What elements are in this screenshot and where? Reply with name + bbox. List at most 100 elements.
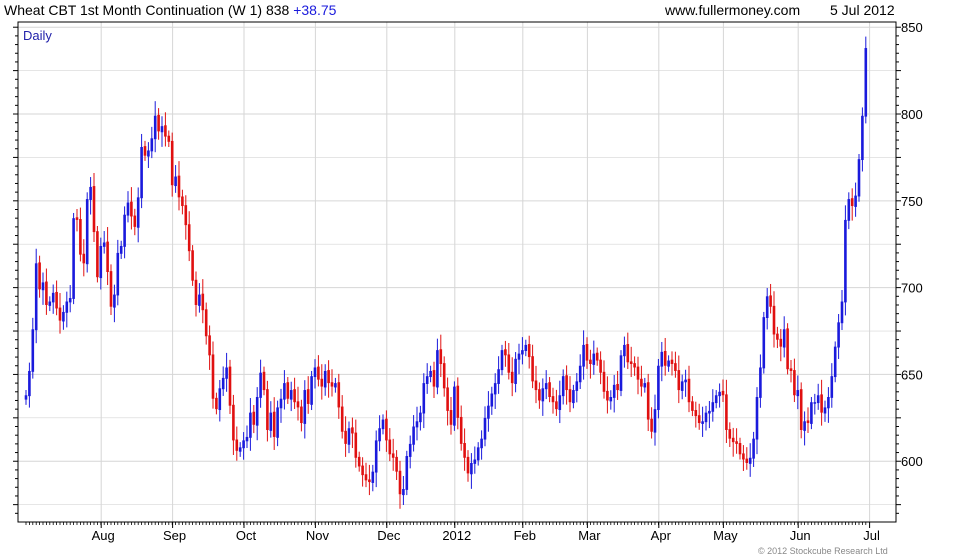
price-bar-body: [561, 376, 565, 397]
price-bar-body: [718, 391, 721, 397]
x-tick-label: Oct: [236, 528, 257, 543]
x-tick-label: Jun: [790, 528, 811, 543]
price-bar-body: [527, 344, 531, 358]
price-bar-body: [119, 245, 123, 254]
price-bar-body: [252, 411, 256, 425]
x-tick-label: Apr: [651, 528, 672, 543]
price-bar-body: [221, 377, 225, 390]
price-bar-body: [776, 333, 779, 340]
price-bar-body: [643, 383, 647, 388]
price-bar-body: [317, 366, 320, 380]
price-bar-body: [181, 196, 184, 207]
price-bar-body: [857, 159, 861, 197]
price-bar-body: [276, 407, 279, 438]
x-tick-label: Mar: [578, 528, 601, 543]
price-bar-body: [538, 389, 541, 401]
price-bar-body: [806, 420, 810, 424]
price-bar-body: [650, 418, 653, 432]
price-bar-body: [493, 383, 497, 395]
price-bar-body: [636, 366, 640, 380]
price-bar-body: [578, 365, 582, 383]
price-bar-body: [296, 401, 300, 408]
price-bar-body: [670, 359, 674, 365]
x-tick-label: Jul: [863, 528, 880, 543]
price-bar-body: [368, 479, 371, 483]
price-bar-body: [245, 436, 249, 442]
price-bar-body: [398, 470, 402, 495]
price-bar-body: [680, 381, 684, 391]
price-bar-body: [126, 202, 130, 216]
price-bar-body: [344, 430, 347, 444]
plot-frame: [17, 21, 897, 523]
price-bar-body: [432, 370, 436, 387]
price-bar-body: [354, 432, 358, 458]
price-bar-body: [810, 402, 813, 424]
price-bar-body: [833, 346, 837, 378]
price-bar-body: [813, 402, 817, 404]
price-bar-body: [759, 367, 762, 398]
y-tick-label: 800: [901, 107, 923, 122]
price-bar-body: [704, 412, 708, 423]
price-bar-body: [752, 438, 755, 459]
price-bar-body: [667, 360, 670, 367]
price-bar-body: [45, 281, 48, 305]
price-bar-body: [674, 363, 677, 371]
price-bar-body: [442, 363, 446, 389]
price-bar-body: [429, 370, 432, 378]
price-bar-body: [204, 309, 208, 337]
price-bar-body: [565, 375, 568, 391]
price-bar-body: [769, 295, 772, 307]
gridlines: [18, 22, 896, 522]
x-tick-label: Nov: [306, 528, 330, 543]
price-bar-body: [748, 457, 752, 464]
price-bar-body: [524, 344, 528, 351]
price-bar-body: [531, 356, 534, 382]
price-bar-body: [629, 361, 633, 365]
price-bar-body: [725, 394, 728, 430]
price-bar-body: [313, 367, 317, 378]
price-bar-body: [657, 365, 660, 411]
price-bar-body: [504, 349, 507, 356]
price-bar-body: [694, 410, 698, 417]
price-bar-body: [786, 328, 789, 370]
price-bar-body: [279, 398, 283, 409]
price-bar-body: [592, 353, 596, 365]
price-bar-body: [337, 382, 341, 408]
price-bar-body: [160, 126, 164, 133]
price-bar-body: [381, 419, 385, 430]
price-bar-body: [167, 135, 171, 142]
price-bar-body: [41, 282, 45, 291]
price-bar-body: [660, 351, 664, 367]
price-bar-body: [456, 385, 460, 418]
price-bar-body: [616, 383, 619, 391]
price-bar-body: [293, 389, 296, 403]
price-bar-body: [473, 459, 477, 464]
price-bar-body: [633, 363, 636, 368]
price-bar-body: [796, 390, 800, 397]
price-bar-body: [735, 441, 738, 444]
price-bar-body: [266, 389, 269, 430]
price-bar-body: [385, 418, 388, 441]
price-bar-body: [62, 311, 65, 322]
price-bar-body: [738, 443, 742, 455]
price-bar-body: [521, 350, 524, 355]
x-tick-label: Feb: [514, 528, 536, 543]
price-bar-body: [157, 114, 160, 132]
price-bar-body: [170, 140, 174, 186]
price-bar-body: [453, 386, 456, 426]
price-bar-body: [449, 410, 453, 425]
price-bar-body: [745, 458, 749, 463]
price-bar-body: [555, 401, 558, 410]
price-bar-body: [789, 368, 793, 371]
price-bar-body: [306, 389, 310, 404]
price-bar-body: [844, 219, 847, 303]
price-bar-body: [422, 383, 426, 414]
price-bar-body: [619, 355, 623, 391]
price-bar-body: [840, 301, 844, 324]
price-bar-body: [259, 372, 262, 398]
price-bar-body: [568, 389, 572, 403]
price-bar-body: [391, 453, 395, 458]
price-bar-body: [330, 382, 334, 387]
price-bar-body: [663, 350, 667, 366]
price-bar-body: [102, 242, 106, 247]
